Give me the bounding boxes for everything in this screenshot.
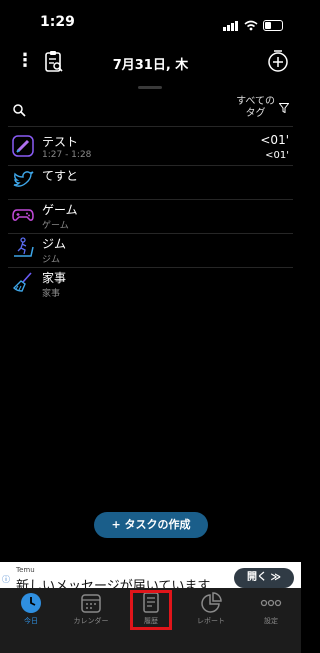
tab-label: カレンダー (73, 617, 109, 625)
tag-filter[interactable]: すべての タグ (236, 96, 289, 120)
tab-label: レポート (197, 617, 225, 625)
task-duration: <01' (260, 133, 289, 147)
broom-icon (13, 272, 32, 292)
search-icon[interactable] (12, 103, 26, 117)
status-icons (223, 16, 283, 35)
divider (8, 126, 293, 127)
filter-icon (279, 103, 289, 113)
task-tag: 家事 (42, 289, 61, 299)
pen-icon (12, 135, 34, 157)
ad-open-button[interactable]: 開く ≫ (234, 568, 294, 588)
divider (8, 199, 293, 200)
task-name: てすと (42, 169, 79, 183)
header: ⋮ 7月31日, 木 (0, 46, 301, 80)
tag-filter-label: すべての タグ (236, 96, 275, 119)
task-name: 家事 (42, 271, 67, 285)
tab-label: 今日 (24, 617, 38, 625)
tab-calendar[interactable]: カレンダー (61, 588, 121, 633)
tab-settings[interactable]: 設定 (241, 588, 301, 633)
drag-handle[interactable] (138, 86, 162, 89)
calendar-icon (81, 594, 101, 613)
task-tag: ゲーム (42, 221, 69, 231)
create-task-button[interactable]: + タスクの作成 (94, 512, 208, 538)
more-dots-icon (260, 599, 282, 607)
ad-headline: 新しいメッセージが届いています (16, 579, 211, 588)
date-title[interactable]: 7月31日, 木 (0, 54, 301, 73)
tab-label: 設定 (264, 617, 278, 625)
task-row[interactable]: ジム ジム (0, 235, 301, 268)
ad-info-icon[interactable]: ⓘ (2, 574, 10, 585)
task-name: ゲーム (42, 203, 78, 217)
clock-icon (21, 593, 41, 613)
task-row[interactable]: テスト 1:27 - 1:28 <01' <01' (0, 133, 301, 166)
gamepad-icon (12, 209, 34, 221)
ad-advertiser: Temu (16, 566, 35, 574)
wifi-icon (244, 20, 258, 31)
ad-banner[interactable]: Temu ⓘ 新しいメッセージが届いています 開く ≫ (0, 562, 301, 588)
pie-chart-icon (201, 592, 222, 613)
task-name: ジム (42, 237, 67, 251)
task-tag: ジム (42, 255, 61, 265)
battery-icon (263, 20, 283, 31)
task-time: 1:27 - 1:28 (42, 150, 92, 160)
add-task-icon[interactable] (267, 50, 289, 72)
task-duration-total: <01' (265, 150, 289, 161)
highlight-box (130, 590, 172, 630)
bird-icon (13, 171, 34, 187)
signal-icon (223, 16, 239, 35)
divider (8, 165, 293, 166)
tab-report[interactable]: レポート (181, 588, 241, 633)
task-row[interactable]: ゲーム ゲーム (0, 201, 301, 234)
task-row[interactable]: てすと (0, 167, 301, 200)
divider (8, 267, 293, 268)
tab-today[interactable]: 今日 (1, 588, 61, 633)
task-name: テスト (42, 135, 79, 149)
divider (8, 233, 293, 234)
task-row[interactable]: 家事 家事 (0, 269, 301, 302)
status-time: 1:29 (40, 14, 75, 30)
treadmill-icon (14, 237, 34, 257)
